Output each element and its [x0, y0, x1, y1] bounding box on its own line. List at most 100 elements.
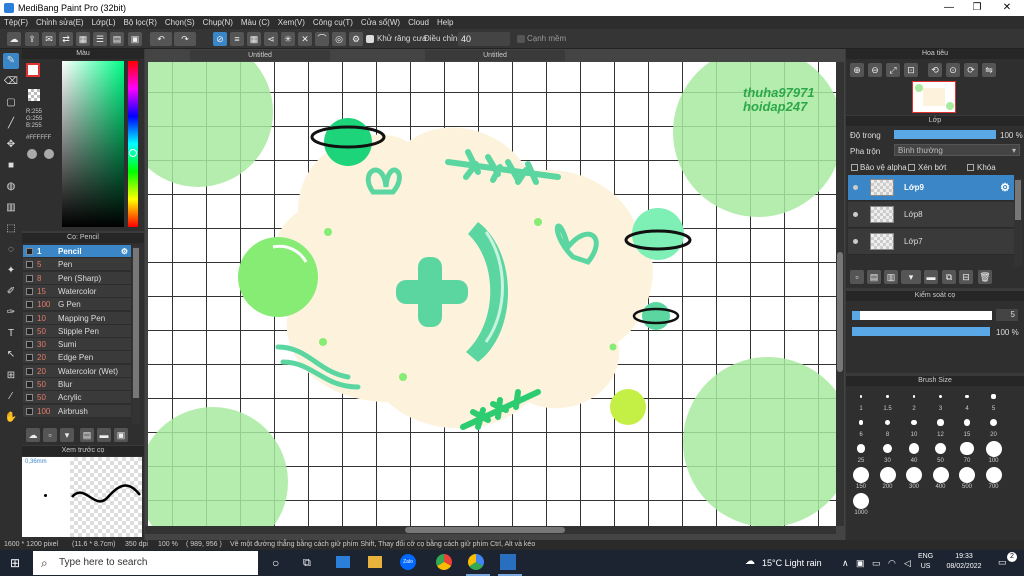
select-eraser-tool-icon[interactable]: ✑	[3, 305, 19, 321]
brush-menu-icon[interactable]: ▾	[60, 428, 74, 442]
snap-curve-icon[interactable]: ⌒	[315, 32, 329, 46]
move-tool-icon[interactable]: ✥	[3, 137, 19, 153]
menu-layer[interactable]: Lớp(L)	[88, 16, 120, 29]
snap-cross-icon[interactable]: ✕	[298, 32, 312, 46]
brush-item[interactable]: 8 Pen (Sharp)	[23, 271, 131, 285]
share-icon[interactable]: ⇄	[59, 32, 73, 46]
cortana-icon[interactable]: ○	[272, 557, 279, 569]
brush-size-preset[interactable]: 30	[876, 440, 900, 464]
merge-layer-icon[interactable]: ⊟	[959, 270, 973, 284]
new-8bit-layer-icon[interactable]: ▥	[884, 270, 898, 284]
brush-copy-icon[interactable]: ▤	[80, 428, 94, 442]
menu-file[interactable]: Tệp(F)	[0, 16, 32, 29]
bucket-tool-icon[interactable]: ◍	[3, 179, 19, 195]
fit-icon[interactable]: ⤢	[886, 63, 900, 77]
eraser-tool-icon[interactable]: ⌫	[3, 74, 19, 90]
brush-size-preset[interactable]: 300	[902, 466, 926, 490]
settings-icon[interactable]: ⚙	[349, 32, 363, 46]
tray-app-icon[interactable]: ▣	[856, 557, 865, 569]
lock-checkbox[interactable]	[967, 164, 974, 171]
brush-size-preset[interactable]: 1	[849, 388, 873, 412]
palette-icon[interactable]	[27, 149, 37, 159]
horizontal-scrollbar[interactable]	[145, 526, 836, 534]
undo-icon[interactable]: ↶	[150, 32, 172, 46]
add-brush-icon[interactable]: ☁	[26, 428, 40, 442]
cloud-icon[interactable]: ☁	[7, 32, 21, 46]
menu-filter[interactable]: Bộ lọc(R)	[120, 16, 161, 29]
new-layer-icon[interactable]: ▫	[850, 270, 864, 284]
rotate-left-icon[interactable]: ⟲	[928, 63, 942, 77]
zoom-in-icon[interactable]: ⊕	[850, 63, 864, 77]
operation-tool-icon[interactable]: ↖	[3, 347, 19, 363]
divide-tool-icon[interactable]: ⊞	[3, 368, 19, 384]
brush-size-slider[interactable]	[852, 311, 992, 320]
snap-perspective-icon[interactable]: ⋖	[264, 32, 278, 46]
brush-size-preset[interactable]: 8	[876, 414, 900, 438]
menu-help[interactable]: Help	[433, 16, 457, 29]
eyedropper-tool-icon[interactable]: ⁄	[3, 389, 19, 405]
chrome-canary-icon[interactable]	[468, 554, 484, 570]
snap-circle-icon[interactable]: ◎	[332, 32, 346, 46]
visibility-icon[interactable]	[853, 185, 858, 190]
minimize-button[interactable]: —	[934, 0, 964, 16]
brush-size-preset[interactable]: 15	[955, 414, 979, 438]
tab-untitled-2[interactable]: Untitled	[425, 50, 565, 61]
flip-icon[interactable]: ⇋	[982, 63, 996, 77]
brush-list-scrollbar[interactable]	[132, 246, 140, 424]
brush-size-preset[interactable]: 400	[929, 466, 953, 490]
battery-icon[interactable]: ▭	[872, 557, 881, 569]
layer-row[interactable]: Lớp9 ⚙	[848, 175, 1014, 201]
rotate-right-icon[interactable]: ⟳	[964, 63, 978, 77]
brush-item[interactable]: 5 Pen	[23, 258, 131, 272]
list-icon[interactable]: ☰	[93, 32, 107, 46]
language-indicator[interactable]: ENG US	[918, 552, 933, 572]
antialias-checkbox[interactable]	[366, 35, 374, 43]
brush-size-preset[interactable]: 100	[982, 440, 1006, 464]
gear-icon[interactable]: ⚙	[1000, 181, 1010, 194]
tab-untitled-1[interactable]: Untitled	[190, 50, 330, 61]
transparent-swatch[interactable]	[28, 89, 40, 101]
hue-slider[interactable]	[128, 61, 138, 227]
navigator-thumbnail[interactable]	[912, 81, 956, 113]
menu-edit[interactable]: Chỉnh sửa(E)	[32, 16, 88, 29]
menu-window[interactable]: Cửa sổ(W)	[357, 16, 404, 29]
snap-off-icon[interactable]: ⊘	[213, 32, 227, 46]
brush-size-preset[interactable]: 5	[982, 388, 1006, 412]
brush-item[interactable]: 15 Watercolor	[23, 284, 131, 298]
comment-icon[interactable]: ✉	[42, 32, 56, 46]
actual-size-icon[interactable]: ⊡	[904, 63, 918, 77]
brush-size-preset[interactable]: 70	[955, 440, 979, 464]
gradient-tool-icon[interactable]: ▥	[3, 200, 19, 216]
add-layer-menu-icon[interactable]: ▾	[901, 270, 921, 284]
primary-color-swatch[interactable]	[26, 63, 40, 77]
brush-size-preset[interactable]: 6	[849, 414, 873, 438]
layer-folder-icon[interactable]: ▬	[924, 270, 938, 284]
weather-text[interactable]: 15°C Light rain	[762, 557, 822, 569]
brush-size-preset[interactable]: 20	[982, 414, 1006, 438]
export-icon[interactable]: ▣	[128, 32, 142, 46]
color-picker-icon[interactable]	[44, 149, 54, 159]
brush-size-value[interactable]: 5	[996, 309, 1018, 321]
select-tool-icon[interactable]: ⬚	[3, 221, 19, 237]
brush-size-preset[interactable]: 2	[902, 388, 926, 412]
gear-icon[interactable]: ⚙	[121, 245, 128, 258]
line-tool-icon[interactable]: ╱	[3, 116, 19, 132]
hue-handle[interactable]	[129, 149, 137, 157]
brush-size-preset[interactable]: 3	[929, 388, 953, 412]
fill-rect-tool-icon[interactable]: ■	[3, 158, 19, 174]
upload-icon[interactable]: ⇪	[25, 32, 39, 46]
brush-opacity-slider[interactable]	[852, 327, 990, 336]
mail-icon[interactable]	[336, 556, 350, 568]
brush-tool-icon[interactable]: ✎	[3, 53, 19, 69]
brush-size-preset[interactable]: 4	[955, 388, 979, 412]
vertical-scroll-thumb[interactable]	[837, 252, 843, 372]
brush-size-preset[interactable]: 1000	[849, 492, 873, 516]
snap-grid-icon[interactable]: ▦	[247, 32, 261, 46]
windows-start-icon[interactable]: ⊞	[10, 557, 22, 569]
rotate-reset-icon[interactable]: ⊙	[946, 63, 960, 77]
text-tool-icon[interactable]: T	[3, 326, 19, 342]
brush-item[interactable]: 20 Watercolor (Wet)	[23, 364, 131, 378]
close-button[interactable]: ✕	[992, 0, 1022, 16]
menu-view[interactable]: Xem(V)	[274, 16, 309, 29]
brush-size-preset[interactable]: 50	[929, 440, 953, 464]
